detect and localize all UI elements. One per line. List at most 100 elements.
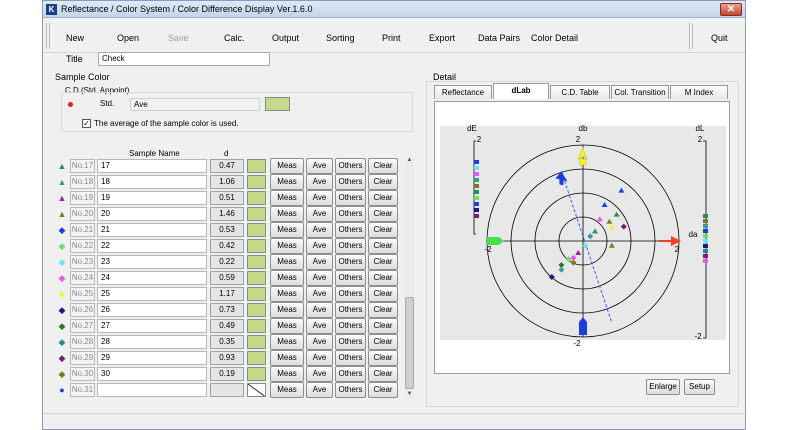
others-button[interactable]: Others [335,238,366,254]
meas-button[interactable]: Meas [270,254,304,270]
others-button[interactable]: Others [335,350,366,366]
meas-button[interactable]: Meas [270,174,304,190]
meas-button[interactable]: Meas [270,302,304,318]
menu-print[interactable]: Print [382,33,401,43]
ave-button[interactable]: Ave [306,222,333,238]
sample-name-input[interactable]: 23 [97,255,207,269]
meas-button[interactable]: Meas [270,238,304,254]
ave-button[interactable]: Ave [306,382,333,398]
meas-button[interactable]: Meas [270,318,304,334]
ave-button[interactable]: Ave [306,318,333,334]
toolbar-grip[interactable] [46,23,50,49]
clear-button[interactable]: Clear [368,382,398,398]
clear-button[interactable]: Clear [368,334,398,350]
clear-button[interactable]: Clear [368,238,398,254]
others-button[interactable]: Others [335,382,366,398]
meas-button[interactable]: Meas [270,334,304,350]
meas-button[interactable]: Meas [270,206,304,222]
sample-name-input[interactable]: 17 [97,159,207,173]
others-button[interactable]: Others [335,366,366,382]
sample-name-input[interactable]: 30 [97,367,207,381]
others-button[interactable]: Others [335,286,366,302]
ave-button[interactable]: Ave [306,334,333,350]
setup-button[interactable]: Setup [684,379,715,395]
others-button[interactable]: Others [335,190,366,206]
clear-button[interactable]: Clear [368,190,398,206]
ave-button[interactable]: Ave [306,190,333,206]
sample-name-input[interactable]: 28 [97,335,207,349]
scroll-thumb[interactable] [405,297,414,389]
others-button[interactable]: Others [335,254,366,270]
ave-button[interactable]: Ave [306,206,333,222]
others-button[interactable]: Others [335,334,366,350]
sample-name-input[interactable]: 20 [97,207,207,221]
clear-button[interactable]: Clear [368,254,398,270]
clear-button[interactable]: Clear [368,318,398,334]
sample-name-input[interactable]: 29 [97,351,207,365]
sample-name-input[interactable]: 24 [97,271,207,285]
menu-sorting[interactable]: Sorting [326,33,355,43]
ave-button[interactable]: Ave [306,366,333,382]
ave-button[interactable]: Ave [306,286,333,302]
tab-col-transition[interactable]: Col. Transition [611,85,669,99]
tab-reflectance[interactable]: Reflectance [434,85,492,99]
clear-button[interactable]: Clear [368,158,398,174]
tab-m-index[interactable]: M Index [670,85,728,99]
toolbar-grip-right[interactable] [689,23,693,49]
ave-button[interactable]: Ave [306,350,333,366]
clear-button[interactable]: Clear [368,366,398,382]
meas-button[interactable]: Meas [270,350,304,366]
sample-name-input[interactable]: 19 [97,191,207,205]
ave-button[interactable]: Ave [306,174,333,190]
meas-button[interactable]: Meas [270,382,304,398]
clear-button[interactable]: Clear [368,206,398,222]
scroll-up-icon[interactable]: ▲ [405,157,414,165]
sample-name-input[interactable]: 27 [97,319,207,333]
menu-quit[interactable]: Quit [711,33,728,43]
sample-name-input[interactable] [97,383,207,397]
menu-output[interactable]: Output [272,33,299,43]
others-button[interactable]: Others [335,174,366,190]
ave-button[interactable]: Ave [306,238,333,254]
close-button[interactable]: ✕ [720,3,742,16]
clear-button[interactable]: Clear [368,222,398,238]
clear-button[interactable]: Clear [368,350,398,366]
sample-name-input[interactable]: 26 [97,303,207,317]
title-input[interactable]: Check [98,52,270,66]
meas-button[interactable]: Meas [270,286,304,302]
others-button[interactable]: Others [335,302,366,318]
meas-button[interactable]: Meas [270,366,304,382]
others-button[interactable]: Others [335,318,366,334]
ave-button[interactable]: Ave [306,158,333,174]
meas-button[interactable]: Meas [270,270,304,286]
sample-name-input[interactable]: 21 [97,223,207,237]
menu-calc[interactable]: Calc. [224,33,245,43]
menu-open[interactable]: Open [117,33,139,43]
clear-button[interactable]: Clear [368,286,398,302]
scroll-down-icon[interactable]: ▼ [405,391,414,399]
others-button[interactable]: Others [335,270,366,286]
clear-button[interactable]: Clear [368,302,398,318]
meas-button[interactable]: Meas [270,222,304,238]
use-average-checkbox[interactable]: ✓ [82,119,91,128]
sample-name-input[interactable]: 25 [97,287,207,301]
others-button[interactable]: Others [335,222,366,238]
menu-export[interactable]: Export [429,33,455,43]
menu-new[interactable]: New [66,33,84,43]
clear-button[interactable]: Clear [368,174,398,190]
menu-color-detail[interactable]: Color Detail [531,33,578,43]
sample-name-input[interactable]: 18 [97,175,207,189]
enlarge-button[interactable]: Enlarge [646,379,680,395]
menu-data-pairs[interactable]: Data Pairs [478,33,520,43]
meas-button[interactable]: Meas [270,158,304,174]
others-button[interactable]: Others [335,158,366,174]
sample-name-input[interactable]: 22 [97,239,207,253]
ave-button[interactable]: Ave [306,270,333,286]
table-scrollbar[interactable]: ▲ ▼ [405,157,414,399]
clear-button[interactable]: Clear [368,270,398,286]
tab-dlab[interactable]: dLab [493,83,549,99]
meas-button[interactable]: Meas [270,190,304,206]
others-button[interactable]: Others [335,206,366,222]
ave-button[interactable]: Ave [306,302,333,318]
tab-cd-table[interactable]: C.D. Table [550,85,610,99]
